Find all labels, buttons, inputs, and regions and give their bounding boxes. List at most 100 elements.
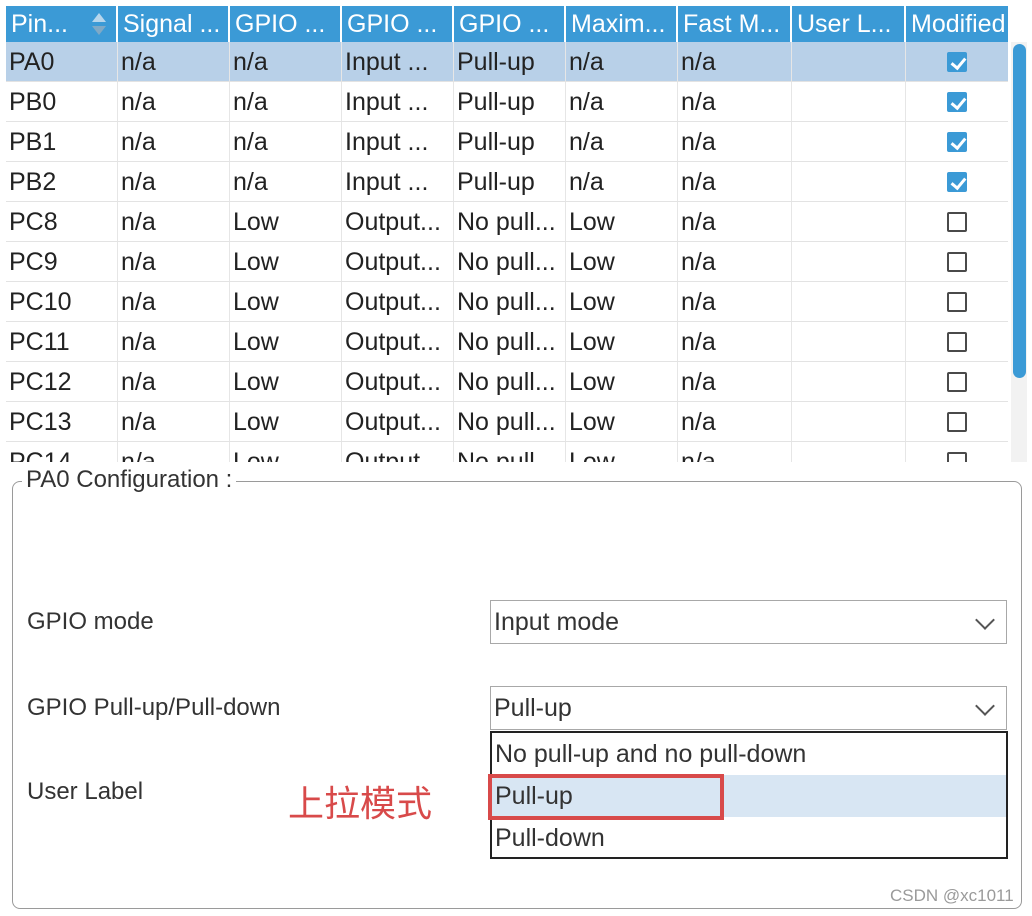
cell-user-label [792, 402, 906, 441]
table-row[interactable]: PC13 n/a Low Output... No pull... Low n/a [6, 402, 1008, 442]
cell-signal: n/a [118, 282, 230, 321]
cell-max-speed: Low [566, 402, 678, 441]
modified-checkbox[interactable] [947, 371, 967, 392]
cell-gpio-pull: Pull-up [454, 122, 566, 161]
column-header-user-label[interactable]: User L... [792, 6, 906, 42]
cell-fast-mode: n/a [678, 362, 792, 401]
cell-gpio-mode: Output... [342, 322, 454, 361]
table-row[interactable]: PB0 n/a n/a Input ... Pull-up n/a n/a [6, 82, 1008, 122]
cell-gpio-mode: Input ... [342, 122, 454, 161]
cell-pin: PC9 [6, 242, 118, 281]
cell-gpio-output-level: n/a [230, 82, 342, 121]
cell-gpio-mode: Input ... [342, 42, 454, 81]
table-row[interactable]: PA0 n/a n/a Input ... Pull-up n/a n/a [6, 42, 1008, 82]
modified-checkbox[interactable] [947, 131, 967, 152]
table-scrollbar[interactable] [1011, 42, 1027, 462]
annotation-highlight-box [488, 774, 724, 820]
cell-user-label [792, 282, 906, 321]
cell-fast-mode: n/a [678, 402, 792, 441]
cell-pin: PC11 [6, 322, 118, 361]
cell-max-speed: Low [566, 202, 678, 241]
cell-gpio-mode: Output... [342, 202, 454, 241]
cell-user-label [792, 42, 906, 81]
cell-max-speed: Low [566, 362, 678, 401]
modified-checkbox[interactable] [947, 91, 967, 112]
table-row[interactable]: PB1 n/a n/a Input ... Pull-up n/a n/a [6, 122, 1008, 162]
cell-modified [906, 162, 1008, 201]
cell-pin: PB0 [6, 82, 118, 121]
column-header-pin[interactable]: Pin... [6, 6, 118, 42]
cell-modified [906, 242, 1008, 281]
table-row[interactable]: PC11 n/a Low Output... No pull... Low n/a [6, 322, 1008, 362]
cell-gpio-mode: Output... [342, 242, 454, 281]
cell-user-label [792, 82, 906, 121]
column-header-fast-mode[interactable]: Fast M... [678, 6, 792, 42]
column-header-gpio-mode[interactable]: GPIO ... [342, 6, 454, 42]
cell-modified [906, 82, 1008, 121]
gpio-pull-label: GPIO Pull-up/Pull-down [27, 694, 281, 721]
modified-checkbox[interactable] [947, 291, 967, 312]
cell-user-label [792, 322, 906, 361]
option-pull-down[interactable]: Pull-down [492, 817, 1006, 859]
cell-user-label [792, 122, 906, 161]
cell-gpio-mode: Input ... [342, 162, 454, 201]
modified-checkbox[interactable] [947, 411, 967, 432]
cell-fast-mode: n/a [678, 202, 792, 241]
modified-checkbox[interactable] [947, 331, 967, 352]
cell-max-speed: Low [566, 322, 678, 361]
cell-max-speed: Low [566, 282, 678, 321]
cell-pin: PB2 [6, 162, 118, 201]
sort-icon[interactable] [92, 12, 106, 36]
cell-gpio-mode: Output... [342, 282, 454, 321]
cell-gpio-pull: No pull... [454, 282, 566, 321]
cell-pin: PB1 [6, 122, 118, 161]
column-header-gpio-output-level[interactable]: GPIO ... [230, 6, 342, 42]
cell-signal: n/a [118, 202, 230, 241]
cell-gpio-pull: No pull... [454, 242, 566, 281]
cell-modified [906, 282, 1008, 321]
modified-checkbox[interactable] [947, 171, 967, 192]
cell-gpio-mode: Input ... [342, 82, 454, 121]
cell-modified [906, 322, 1008, 361]
cell-gpio-output-level: n/a [230, 122, 342, 161]
cell-gpio-output-level: Low [230, 442, 342, 462]
cell-gpio-output-level: n/a [230, 42, 342, 81]
table-row[interactable]: PB2 n/a n/a Input ... Pull-up n/a n/a [6, 162, 1008, 202]
column-header-gpio-pull[interactable]: GPIO ... [454, 6, 566, 42]
column-header-label: Pin... [11, 10, 68, 38]
config-panel-title: PA0 Configuration : [22, 466, 237, 494]
cell-user-label [792, 442, 906, 462]
column-header-max-speed[interactable]: Maxim... [566, 6, 678, 42]
modified-checkbox[interactable] [947, 211, 967, 232]
modified-checkbox[interactable] [947, 51, 967, 72]
column-header-modified[interactable]: Modified [906, 6, 1008, 42]
cell-gpio-pull: Pull-up [454, 42, 566, 81]
cell-gpio-pull: No pull... [454, 322, 566, 361]
scrollbar-thumb[interactable] [1013, 44, 1026, 378]
modified-checkbox[interactable] [947, 251, 967, 272]
chevron-down-icon [975, 610, 995, 630]
table-row[interactable]: PC10 n/a Low Output... No pull... Low n/a [6, 282, 1008, 322]
table-row[interactable]: PC14 n/a Low Output... No pull... Low n/a [6, 442, 1008, 462]
gpio-pull-select[interactable]: Pull-up [490, 686, 1007, 730]
cell-max-speed: n/a [566, 122, 678, 161]
gpio-pull-value: Pull-up [494, 694, 572, 722]
cell-signal: n/a [118, 42, 230, 81]
cell-modified [906, 442, 1008, 462]
cell-signal: n/a [118, 322, 230, 361]
column-header-signal[interactable]: Signal ... [118, 6, 230, 42]
table-row[interactable]: PC9 n/a Low Output... No pull... Low n/a [6, 242, 1008, 282]
cell-modified [906, 202, 1008, 241]
option-no-pull[interactable]: No pull-up and no pull-down [492, 733, 1006, 775]
gpio-mode-select[interactable]: Input mode [490, 600, 1007, 644]
table-header: Pin... Signal ... GPIO ... GPIO ... GPIO… [6, 6, 1008, 42]
cell-gpio-pull: Pull-up [454, 162, 566, 201]
cell-fast-mode: n/a [678, 122, 792, 161]
cell-max-speed: n/a [566, 42, 678, 81]
modified-checkbox[interactable] [947, 451, 967, 462]
table-row[interactable]: PC8 n/a Low Output... No pull... Low n/a [6, 202, 1008, 242]
cell-gpio-pull: No pull... [454, 442, 566, 462]
cell-max-speed: Low [566, 242, 678, 281]
table-row[interactable]: PC12 n/a Low Output... No pull... Low n/a [6, 362, 1008, 402]
cell-gpio-pull: Pull-up [454, 82, 566, 121]
